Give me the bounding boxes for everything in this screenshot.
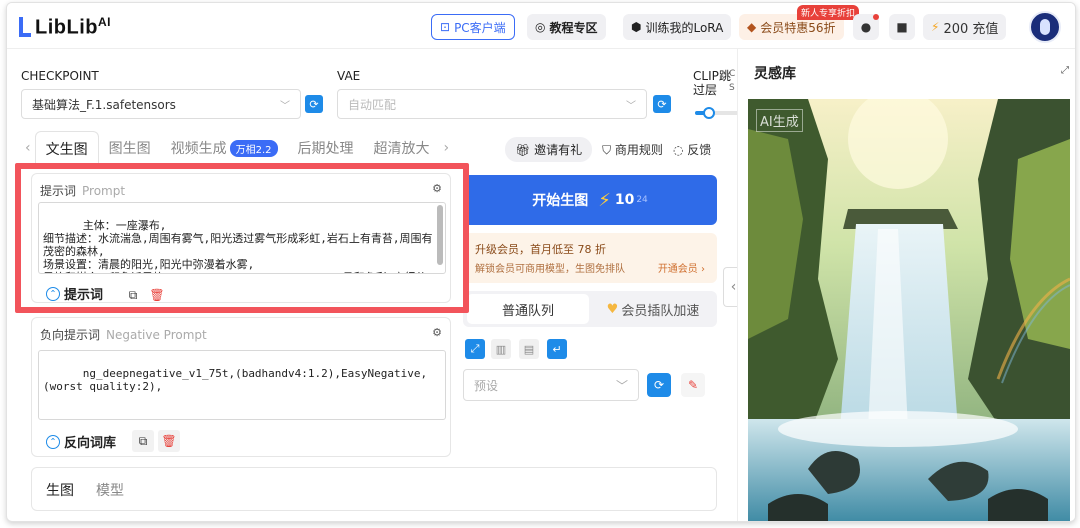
prompt-settings-icon[interactable]: ⚙ — [432, 182, 442, 195]
ai-generated-tag: AI生成 — [756, 109, 803, 132]
train-lora-button[interactable]: ⬢ 训练我的LoRA — [623, 14, 732, 40]
preset-select[interactable]: 预设 ﹀ — [463, 369, 639, 401]
tab-img2img[interactable]: 图生图 — [99, 131, 161, 165]
monitor-download-icon: ⊡ — [440, 20, 451, 34]
prompt-words-button[interactable]: ⌃ 提示词 — [46, 284, 103, 303]
checkpoint-label: CHECKPOINT — [21, 69, 99, 83]
chevron-down-icon: ﹀ — [280, 100, 290, 112]
new-user-discount-tag: 新人专享折扣 — [797, 5, 860, 20]
inspiration-title: 灵感库 — [754, 66, 796, 82]
checkpoint-select[interactable]: 基础算法_F.1.safetensors ﹀ — [21, 89, 301, 119]
feedback-link[interactable]: ◌ 反馈 — [673, 141, 711, 158]
clear-icon[interactable]: ▥ — [491, 339, 511, 359]
invite-button[interactable]: 🎁︎ 邀请有礼 — [505, 137, 593, 162]
pc-client-button[interactable]: ⊡ PC客户端 — [431, 14, 515, 40]
inspiration-panel: 灵感库 ⤢ AI生成 — [737, 49, 1075, 521]
commercial-rules-link[interactable]: ⛉ 商用规则 — [602, 141, 663, 158]
tab-model[interactable]: 模型 — [96, 480, 124, 500]
cube-icon: ⬢ — [631, 20, 642, 34]
copy-icon[interactable]: ⧉ — [122, 284, 144, 306]
tab-postprocess[interactable]: 后期处理 — [288, 131, 364, 165]
clip-slider-knob[interactable] — [703, 107, 715, 119]
checkpoint-refresh-icon[interactable]: ⟳ — [305, 95, 323, 113]
recharge-button[interactable]: ⚡ 200 充值 — [923, 14, 1007, 40]
files-button[interactable]: ■ — [889, 14, 915, 40]
queue-selector: 普通队列 ♥ 会员插队加速 — [463, 291, 717, 327]
preset-edit-icon[interactable]: ✎ — [681, 373, 705, 397]
vip-queue-tab[interactable]: ♥ 会员插队加速 — [593, 294, 713, 324]
video-model-badge: 万相2.2 — [229, 139, 278, 157]
notification-dot — [873, 14, 879, 20]
gift-icon: 🎁︎ — [515, 143, 531, 157]
trash-icon[interactable]: 🗑︎ — [146, 284, 168, 306]
shield-icon: ⛉ — [602, 143, 612, 157]
user-avatar[interactable] — [1029, 11, 1061, 43]
bottom-tabs: 生图 模型 — [31, 467, 717, 511]
prompt-scrollbar[interactable] — [437, 205, 443, 265]
waterfall-image[interactable]: AI生成 — [748, 99, 1070, 521]
preset-refresh-icon[interactable]: ⟳ — [647, 373, 671, 397]
logo-mark — [19, 17, 31, 38]
vae-select[interactable]: 自动匹配 ﹀ — [337, 89, 647, 119]
mode-tabs: ‹ 文生图 图生图 视频生成 万相2.2 后期处理 超清放大 › — [21, 131, 453, 165]
promo-title: 升级会员，首月低至 78 折 — [475, 243, 606, 256]
vae-refresh-icon[interactable]: ⟳ — [653, 95, 671, 113]
start-generate-button[interactable]: 开始生图 ⚡ 10 24 — [463, 175, 717, 225]
prompt-box: 提示词 Prompt ⚙ 主体：一座瀑布, 细节描述：水流湍急,周围有雾气,阳光透… — [31, 173, 451, 303]
trash-icon[interactable]: 🗑︎ — [158, 430, 180, 452]
chevron-left-icon: ‹ — [730, 279, 737, 295]
top-links: 🎁︎ 邀请有礼 ⛉ 商用规则 ◌ 反馈 — [505, 137, 711, 162]
tab-generate[interactable]: 生图 — [46, 480, 74, 500]
open-vip-link[interactable]: 开通会员 › — [658, 260, 705, 275]
lightning-icon: ⚡ — [598, 189, 611, 211]
chevron-up-icon: ⌃ — [46, 434, 60, 449]
tabs-next-icon[interactable]: › — [440, 140, 454, 156]
diamond-icon: ◆ — [747, 20, 757, 34]
chevron-up-icon: ⌃ — [46, 286, 60, 301]
negative-prompt-title: 负向提示词 Negative Prompt — [40, 328, 207, 342]
file-icon: ■ — [896, 20, 908, 34]
chat-bubble-icon: ● — [860, 20, 872, 34]
vip-heart-icon: ♥ — [606, 301, 619, 317]
logo[interactable]: LibLibAI — [19, 15, 111, 40]
clip-skip-slider[interactable] — [695, 107, 739, 119]
normal-queue-tab[interactable]: 普通队列 — [467, 294, 589, 324]
document-icon[interactable]: ▤ — [519, 339, 539, 359]
prompt-input[interactable]: 主体：一座瀑布, 细节描述：水流湍急,周围有雾气,阳光透过雾气形成彩虹,岩石上有… — [38, 202, 446, 274]
prompt-title: 提示词 Prompt — [40, 184, 126, 198]
tabs-prev-icon[interactable]: ‹ — [21, 140, 35, 156]
promo-subtitle: 解锁会员可商用模型，生图免排队 — [475, 264, 625, 275]
vip-promo-banner[interactable]: 升级会员，首月低至 78 折 解锁会员可商用模型，生图免排队 开通会员 › — [463, 233, 717, 283]
negative-settings-icon[interactable]: ⚙ — [432, 326, 442, 339]
expand-icon[interactable]: ⤢ — [1061, 65, 1069, 76]
lightning-icon: ⚡ — [931, 20, 940, 34]
course-zone-button[interactable]: ◎ 教程专区 — [527, 14, 606, 40]
chevron-down-icon: ﹀ — [626, 100, 636, 112]
tab-upscale[interactable]: 超清放大 — [364, 131, 440, 165]
logo-text: LibLibAI — [35, 15, 111, 39]
app-window: LibLibAI ⊡ PC客户端 ◎ 教程专区 ⬢ 训练我的LoRA ◆ 会员特… — [6, 2, 1076, 522]
copy-icon[interactable]: ⧉ — [132, 430, 154, 452]
top-header: LibLibAI ⊡ PC客户端 ◎ 教程专区 ⬢ 训练我的LoRA ◆ 会员特… — [7, 3, 1075, 49]
negative-prompt-box: 负向提示词 Negative Prompt ⚙ ng_deepnegative_v… — [31, 317, 451, 457]
feedback-icon: ◌ — [672, 143, 684, 157]
waterfall-illustration — [748, 99, 1070, 521]
avatar-figure — [1040, 19, 1050, 35]
chevron-down-icon: ﹀ — [615, 378, 628, 393]
resize-icon[interactable]: ⤢ — [465, 339, 485, 359]
clip-cut-text-b: S — [729, 83, 735, 93]
compass-icon: ◎ — [535, 20, 546, 34]
negative-words-button[interactable]: ⌃ 反向词库 — [46, 432, 116, 451]
return-icon[interactable]: ↵ — [547, 339, 567, 359]
tab-text2img[interactable]: 文生图 — [34, 131, 99, 165]
negative-prompt-input[interactable]: ng_deepnegative_v1_75t,(badhandv4:1.2),E… — [38, 350, 446, 420]
clip-cut-text-a: C — [729, 69, 736, 79]
tab-video[interactable]: 视频生成 万相2.2 — [161, 131, 288, 165]
vae-label: VAE — [337, 69, 361, 83]
